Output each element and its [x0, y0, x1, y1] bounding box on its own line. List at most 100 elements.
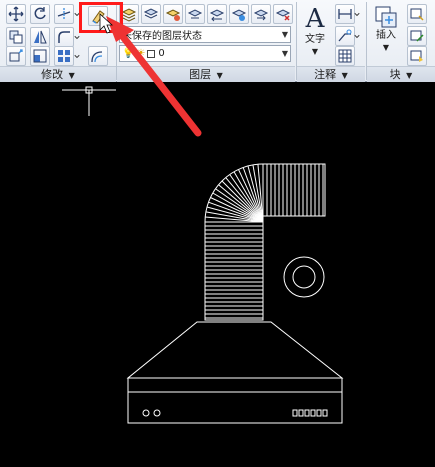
layer-walk-icon	[231, 9, 247, 21]
layer-state-dropdown[interactable]: 未保存的图层状态 ▼	[119, 26, 291, 43]
leader-button[interactable]	[335, 26, 355, 46]
chevron-down-icon: ▼	[281, 49, 288, 58]
mirror-button[interactable]	[30, 27, 50, 47]
block-attributes-icon	[410, 50, 423, 62]
stretch-button[interactable]	[6, 46, 26, 66]
layer-match-icon	[187, 9, 203, 19]
offset-button[interactable]	[88, 46, 108, 66]
layer-walk-button[interactable]	[229, 4, 249, 24]
annotation-panel-label: 注释	[314, 68, 337, 81]
chevron-down-icon	[354, 34, 360, 39]
insert-button[interactable]: 插入 ▼	[369, 4, 403, 54]
modify-panel-title[interactable]: 修改 ▼	[0, 66, 116, 82]
chevron-down-icon: ▼	[382, 43, 390, 52]
edit-block-button[interactable]	[407, 26, 427, 46]
array-button[interactable]	[54, 46, 74, 66]
text-big-icon: A	[305, 4, 325, 34]
ribbon: 修改 ▼ 未保存的图层状态 ▼ 💡 ☀ 0 ▼ 图层 ▼ A 文字 ▼ 注释 ▼…	[0, 0, 435, 82]
rotate-icon	[34, 7, 46, 20]
text-button[interactable]: A 文字 ▼	[299, 4, 331, 58]
dimension-button[interactable]	[335, 4, 355, 24]
trim-icon	[57, 8, 71, 20]
layer-isolate-button[interactable]	[163, 4, 183, 24]
layer-merge-button[interactable]	[251, 4, 271, 24]
leader-icon	[338, 29, 352, 42]
layers-panel-title[interactable]: 图层 ▼	[117, 66, 295, 82]
layer-state-value: 未保存的图层状态	[122, 31, 202, 42]
fillet-button[interactable]	[54, 27, 74, 47]
layer-merge-icon	[253, 9, 269, 21]
create-block-icon	[410, 8, 424, 21]
insert-block-icon	[375, 6, 397, 28]
rotate-button[interactable]	[30, 4, 50, 24]
leader-dropdown[interactable]	[353, 26, 361, 46]
layer-state-button[interactable]	[141, 4, 161, 24]
current-layer-dropdown[interactable]: 💡 ☀ 0 ▼	[119, 45, 291, 62]
drawing-canvas[interactable]	[0, 83, 435, 467]
offset-icon	[91, 51, 103, 63]
current-layer-value: 0	[158, 48, 165, 59]
block-attributes-button[interactable]	[407, 46, 427, 66]
layer-properties-icon	[121, 8, 137, 22]
table-button[interactable]	[335, 46, 355, 66]
control-button	[316, 409, 322, 417]
layer-color-swatch	[147, 49, 156, 58]
trim-dropdown[interactable]	[73, 4, 81, 24]
stretch-icon	[9, 49, 23, 62]
array-dropdown[interactable]	[73, 46, 81, 66]
move-button[interactable]	[6, 4, 26, 24]
block-panel-title[interactable]: 块 ▼	[367, 66, 435, 82]
copy-icon	[9, 30, 23, 44]
dimension-dropdown[interactable]	[353, 4, 361, 24]
layer-isolate-icon	[165, 9, 181, 21]
dimension-icon	[338, 9, 352, 19]
array-icon	[58, 50, 70, 62]
control-button	[292, 409, 298, 417]
copy-button[interactable]	[6, 27, 26, 47]
table-icon	[338, 49, 352, 63]
chevron-down-icon: ▼	[406, 71, 413, 80]
scale-icon	[33, 49, 47, 63]
layer-delete-icon	[275, 9, 291, 21]
range-hood-drawing	[62, 86, 344, 424]
edit-block-icon	[410, 30, 424, 42]
scale-button[interactable]	[30, 46, 50, 66]
control-button	[310, 409, 316, 417]
create-block-button[interactable]	[407, 4, 427, 24]
layer-delete-button[interactable]	[273, 4, 293, 24]
layers-panel-label: 图层	[189, 68, 212, 81]
lightbulb-icon: 💡	[122, 48, 135, 59]
chevron-down-icon: ▼	[341, 71, 348, 80]
insert-label: 插入	[376, 30, 396, 41]
layer-previous-button[interactable]	[207, 4, 227, 24]
annotation-panel-title[interactable]: 注释 ▼	[297, 66, 365, 82]
layer-stack-icon	[143, 8, 159, 19]
knob-left	[142, 409, 150, 417]
chevron-down-icon	[74, 35, 80, 40]
chevron-down-icon: ▼	[68, 71, 75, 80]
layer-properties-button[interactable]	[119, 4, 139, 24]
fillet-dropdown[interactable]	[73, 27, 81, 47]
layer-previous-icon	[209, 9, 225, 22]
chevron-down-icon: ▼	[216, 71, 223, 80]
control-button	[298, 409, 304, 417]
eraser-icon	[92, 10, 105, 24]
chevron-down-icon	[74, 12, 80, 17]
modify-panel: 修改 ▼	[0, 0, 116, 82]
hood-canopy	[126, 321, 344, 379]
chevron-down-icon: ▼	[281, 30, 288, 39]
trim-button[interactable]	[54, 4, 74, 24]
mirror-icon	[34, 30, 47, 44]
control-button	[322, 409, 328, 417]
fan-outer-circle	[283, 256, 325, 298]
duct-body	[204, 221, 264, 321]
hood-base	[127, 377, 343, 424]
block-panel: 插入 ▼ 块 ▼	[367, 0, 435, 82]
move-icon	[8, 6, 24, 22]
layers-panel: 未保存的图层状态 ▼ 💡 ☀ 0 ▼ 图层 ▼	[117, 0, 295, 82]
sun-icon: ☀	[136, 48, 146, 59]
text-label: 文字	[305, 34, 325, 45]
erase-button[interactable]	[88, 6, 108, 26]
modify-panel-label: 修改	[41, 68, 64, 81]
layer-match-button[interactable]	[185, 4, 205, 24]
